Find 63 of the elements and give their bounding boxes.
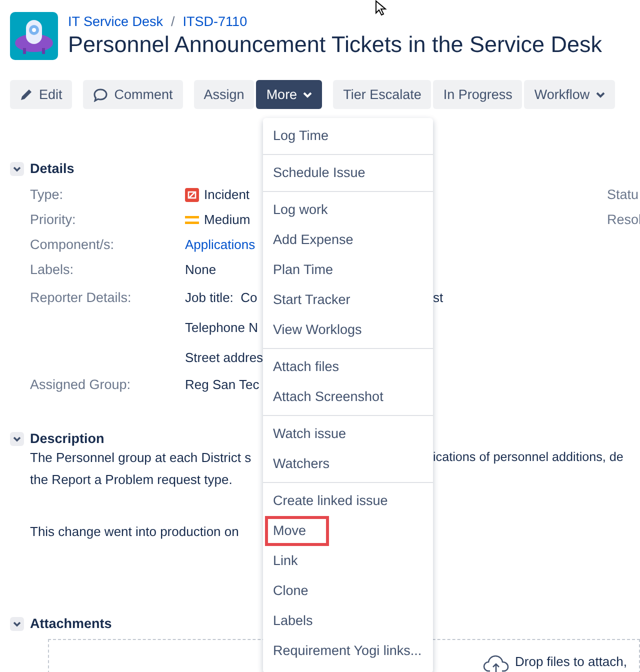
- toolbar-button[interactable]: In Progress: [433, 80, 522, 109]
- menu-item[interactable]: Schedule Issue: [263, 158, 433, 188]
- field-label: Labels:: [30, 262, 74, 277]
- description-text: the Report a Problem request type.: [30, 472, 232, 486]
- breadcrumb-link[interactable]: ITSD-7110: [182, 14, 248, 29]
- menu-item[interactable]: Start Tracker: [263, 285, 433, 315]
- toolbar-button[interactable]: Assign: [194, 80, 254, 109]
- field-label: Priority:: [30, 212, 76, 227]
- toolbar-button[interactable]: Edit: [10, 80, 72, 109]
- chevron-icon[interactable]: [10, 432, 24, 446]
- menu-item[interactable]: Attach files: [263, 352, 433, 382]
- project-robot-icon: [10, 12, 58, 60]
- menu-item[interactable]: View Worklogs: [263, 315, 433, 345]
- chevron-icon[interactable]: [10, 162, 24, 176]
- menu-item[interactable]: Watch issue: [263, 419, 433, 449]
- toolbar-button[interactable]: Comment: [83, 80, 183, 109]
- field-label: Assigned Group:: [30, 377, 131, 392]
- breadcrumb-separator: /: [171, 14, 175, 29]
- section-heading: Attachments: [30, 616, 112, 631]
- field-label: Type:: [30, 187, 64, 202]
- field-label: Reporter Details:: [30, 290, 132, 304]
- issue-title: Personnel Announcement Tickets in the Service Desk: [68, 32, 602, 58]
- field-value: Job title: Co: [185, 290, 258, 304]
- breadcrumb-link[interactable]: IT Service Desk: [68, 14, 164, 29]
- menu-item[interactable]: Labels: [263, 606, 433, 636]
- chevron-icon[interactable]: [10, 616, 24, 630]
- comment-icon: [93, 88, 108, 102]
- field-value: Telephone N: [185, 320, 258, 334]
- menu-item[interactable]: Log Time: [263, 121, 433, 151]
- field-value: Incident: [204, 187, 250, 202]
- field-value: None: [185, 262, 216, 277]
- field-value: Reg San Tec: [185, 377, 260, 392]
- menu-item[interactable]: Link: [263, 546, 433, 576]
- field-label: Statu: [607, 187, 639, 202]
- section-heading: Description: [30, 431, 104, 446]
- menu-item[interactable]: Clone: [263, 576, 433, 606]
- menu-item[interactable]: Requirement Yogi links...: [263, 636, 433, 666]
- priority-medium-icon: [185, 214, 199, 224]
- pencil-icon: [20, 88, 33, 101]
- menu-item[interactable]: Add Expense: [263, 225, 433, 255]
- menu-item[interactable]: Log work: [263, 195, 433, 225]
- toolbar-button[interactable]: Tier Escalate: [333, 80, 432, 109]
- caret-icon: [596, 92, 605, 98]
- menu-item[interactable]: Attach Screenshot: [263, 382, 433, 412]
- incident-type-icon: [185, 188, 199, 202]
- drop-hint: Drop files to attach,: [515, 654, 627, 669]
- field-label: Component/s:: [30, 237, 114, 252]
- toolbar-button[interactable]: More: [256, 80, 322, 109]
- menu-item[interactable]: Create linked issue: [263, 486, 433, 516]
- description-text: The Personnel group at each District s: [30, 450, 252, 464]
- field-value: st: [433, 290, 444, 304]
- cloud-upload-icon: [483, 654, 509, 672]
- description-text: ications of personnel additions, de: [433, 450, 624, 464]
- caret-icon: [303, 92, 312, 98]
- section-heading: Details: [30, 161, 74, 176]
- field-value-link[interactable]: Applications: [185, 237, 256, 252]
- description-text: This change went into production on: [30, 524, 239, 538]
- menu-item[interactable]: Plan Time: [263, 255, 433, 285]
- field-value: Medium: [204, 212, 250, 227]
- menu-item[interactable]: Move: [265, 516, 329, 546]
- toolbar-button[interactable]: Workflow: [524, 80, 615, 109]
- field-value: Street addres: [185, 350, 264, 364]
- menu-item[interactable]: Watchers: [263, 449, 433, 479]
